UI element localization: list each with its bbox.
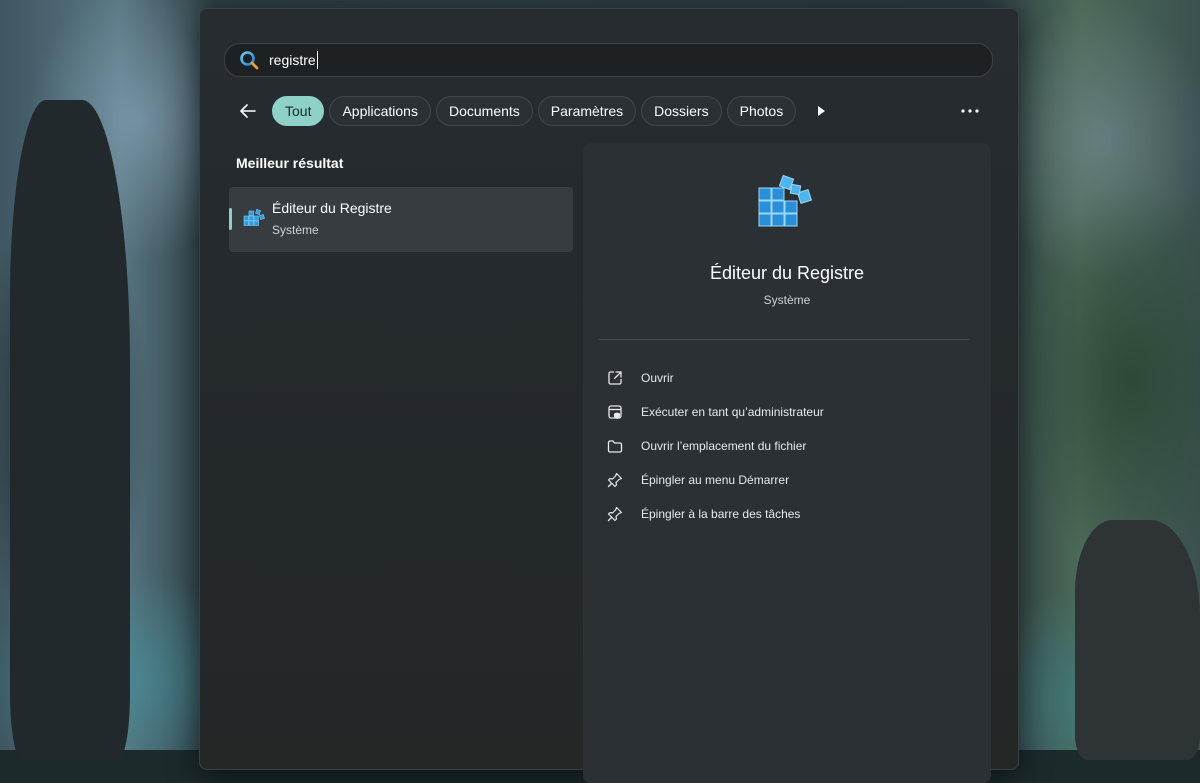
- filter-bar: Tout Applications Documents Paramètres D…: [232, 95, 836, 127]
- more-filters-button[interactable]: [806, 96, 836, 126]
- filter-tab-tout[interactable]: Tout: [272, 96, 325, 126]
- action-pin-to-taskbar[interactable]: Épingler à la barre des tâches: [605, 497, 824, 531]
- action-run-as-admin[interactable]: Exécuter en tant qu’administrateur: [605, 395, 824, 429]
- folder-icon: [605, 436, 625, 456]
- run-as-admin-icon: [605, 402, 625, 422]
- more-horizontal-icon: [961, 109, 979, 113]
- play-icon: [818, 106, 826, 116]
- search-icon: [239, 50, 259, 70]
- best-result-heading: Meilleur résultat: [236, 155, 344, 171]
- details-pane: Éditeur du Registre Système Ouvrir Exécu…: [583, 143, 991, 783]
- filter-tab-documents[interactable]: Documents: [435, 96, 533, 126]
- filter-tab-dossiers[interactable]: Dossiers: [641, 96, 722, 126]
- details-subtitle: Système: [763, 293, 811, 307]
- details-divider: [599, 339, 969, 340]
- search-box[interactable]: registre: [224, 43, 993, 77]
- arrow-left-icon: [240, 104, 256, 118]
- filter-tab-parametres[interactable]: Paramètres: [537, 96, 637, 126]
- best-result-item[interactable]: Éditeur du Registre Système: [229, 187, 573, 252]
- best-result-subtitle: Système: [272, 223, 319, 237]
- wallpaper-rock-right: [1075, 520, 1200, 760]
- registry-editor-icon: [243, 209, 265, 226]
- start-search-panel: registre Tout Applications Documents Par…: [199, 8, 1019, 783]
- pin-icon: [605, 504, 625, 524]
- registry-editor-large-icon: [758, 175, 813, 227]
- pin-icon: [605, 470, 625, 490]
- action-open[interactable]: Ouvrir: [605, 361, 824, 395]
- details-actions: Ouvrir Exécuter en tant qu’administrateu…: [605, 361, 824, 531]
- action-pin-to-start[interactable]: Épingler au menu Démarrer: [605, 463, 824, 497]
- action-open-file-location[interactable]: Ouvrir l’emplacement du fichier: [605, 429, 824, 463]
- more-options-button[interactable]: [954, 95, 986, 127]
- best-result-title: Éditeur du Registre: [272, 200, 392, 216]
- text-caret: [316, 51, 318, 69]
- selection-indicator: [229, 208, 232, 230]
- wallpaper-rock-left: [10, 100, 130, 760]
- open-external-icon: [605, 368, 625, 388]
- back-button[interactable]: [232, 95, 264, 127]
- search-input[interactable]: registre: [269, 52, 316, 68]
- details-title: Éditeur du Registre: [709, 263, 865, 283]
- filter-tab-applications[interactable]: Applications: [329, 96, 431, 126]
- filter-tab-photos[interactable]: Photos: [726, 96, 797, 126]
